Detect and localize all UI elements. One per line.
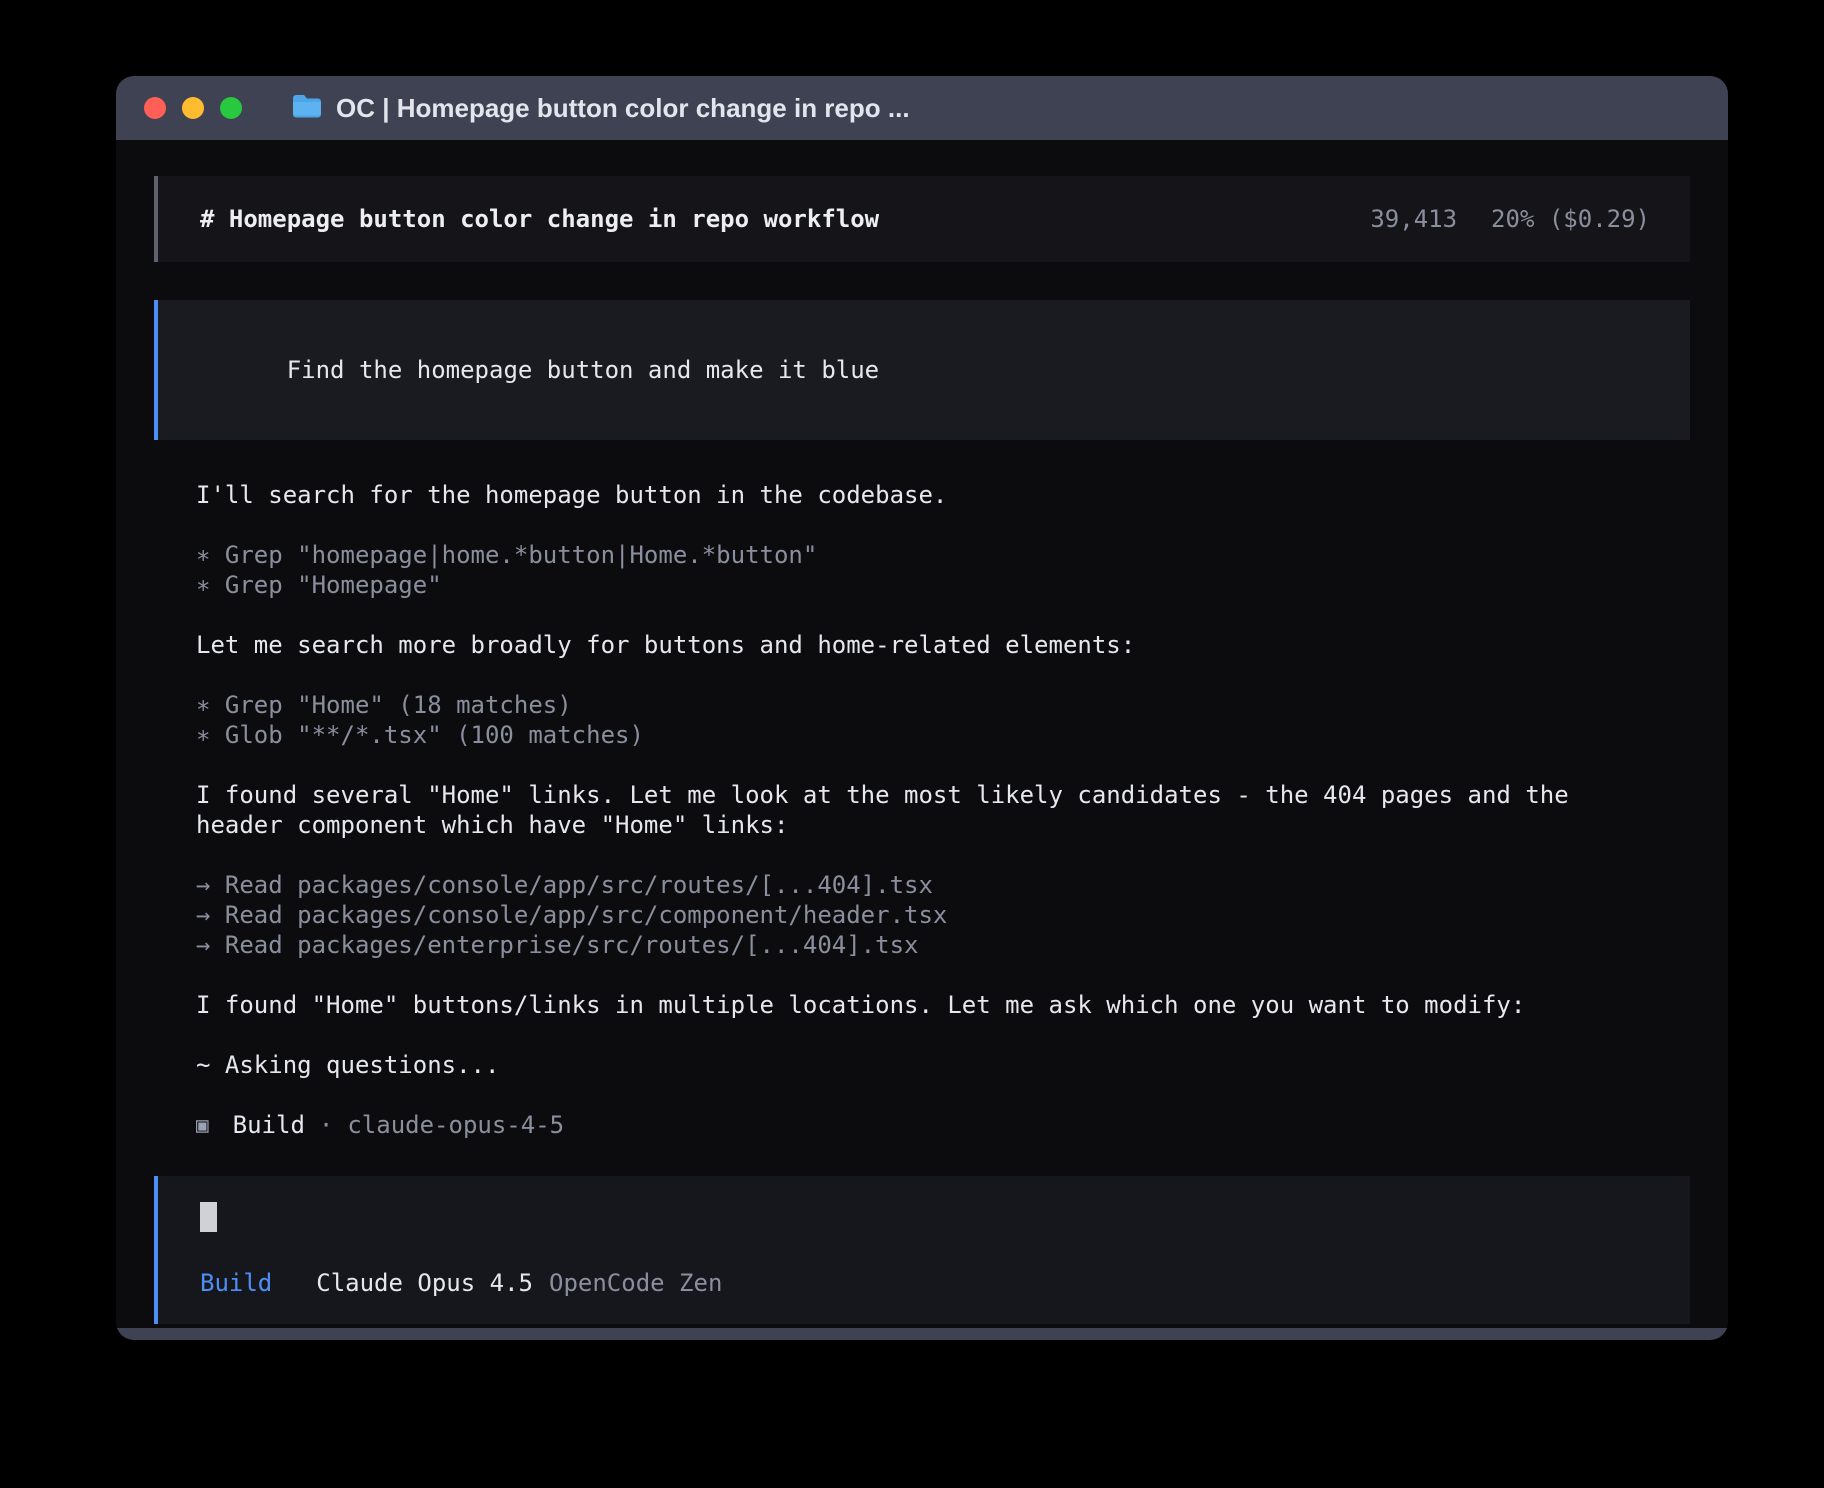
zoom-button[interactable] [220, 97, 242, 119]
tool-call-grep-2: ∗ Grep "Homepage" [196, 570, 1690, 600]
minimize-button[interactable] [182, 97, 204, 119]
tool-call-read-1: → Read packages/console/app/src/routes/[… [196, 870, 1690, 900]
agent-mode-label[interactable]: Build [200, 1268, 272, 1298]
context-cost: 20% ($0.29) [1491, 204, 1650, 234]
agent-name: Build [233, 1110, 305, 1140]
assistant-text-found: I found "Home" buttons/links in multiple… [196, 990, 1690, 1020]
input-meta-row: Build Claude Opus 4.5 OpenCode Zen [200, 1268, 1650, 1298]
text-cursor [200, 1202, 217, 1232]
user-message: Find the homepage button and make it blu… [154, 300, 1690, 440]
session-stats: 39,413 20% ($0.29) [1370, 204, 1650, 234]
agent-separator: · [319, 1110, 333, 1140]
assistant-text-broaden: Let me search more broadly for buttons a… [196, 630, 1690, 660]
session-header: # Homepage button color change in repo w… [154, 176, 1690, 262]
prompt-input[interactable]: Build Claude Opus 4.5 OpenCode Zen [154, 1176, 1690, 1324]
tool-call-read-3: → Read packages/enterprise/src/routes/[.… [196, 930, 1690, 960]
titlebar[interactable]: OC | Homepage button color change in rep… [116, 76, 1728, 140]
model-label: Claude Opus 4.5 [316, 1268, 533, 1298]
token-count: 39,413 [1370, 204, 1457, 234]
assistant-status-asking: ~ Asking questions... [196, 1050, 1690, 1080]
tool-call-read-2: → Read packages/console/app/src/componen… [196, 900, 1690, 930]
terminal-window: OC | Homepage button color change in rep… [116, 76, 1728, 1340]
terminal-content: # Homepage button color change in repo w… [116, 140, 1728, 1340]
assistant-text-candidates: I found several "Home" links. Let me loo… [196, 780, 1616, 840]
provider-label: OpenCode Zen [549, 1268, 722, 1298]
tool-call-grep-3: ∗ Grep "Home" (18 matches) [196, 690, 1690, 720]
window-title: OC | Homepage button color change in rep… [336, 93, 910, 124]
agent-icon: ▣ [196, 1110, 209, 1140]
tool-call-glob-1: ∗ Glob "**/*.tsx" (100 matches) [196, 720, 1690, 750]
traffic-lights [144, 97, 242, 119]
assistant-messages: I'll search for the homepage button in t… [154, 480, 1690, 1140]
window-title-group: OC | Homepage button color change in rep… [292, 91, 910, 125]
agent-status-row: ▣ Build · claude-opus-4-5 [196, 1110, 1690, 1140]
assistant-text-intro: I'll search for the homepage button in t… [196, 480, 1690, 510]
agent-model: claude-opus-4-5 [347, 1110, 564, 1140]
tool-call-grep-1: ∗ Grep "homepage|home.*button|Home.*butt… [196, 540, 1690, 570]
user-message-text: Find the homepage button and make it blu… [287, 356, 879, 384]
folder-icon [292, 93, 322, 125]
window-bottom-edge [116, 1328, 1728, 1340]
session-title: # Homepage button color change in repo w… [200, 204, 879, 234]
close-button[interactable] [144, 97, 166, 119]
